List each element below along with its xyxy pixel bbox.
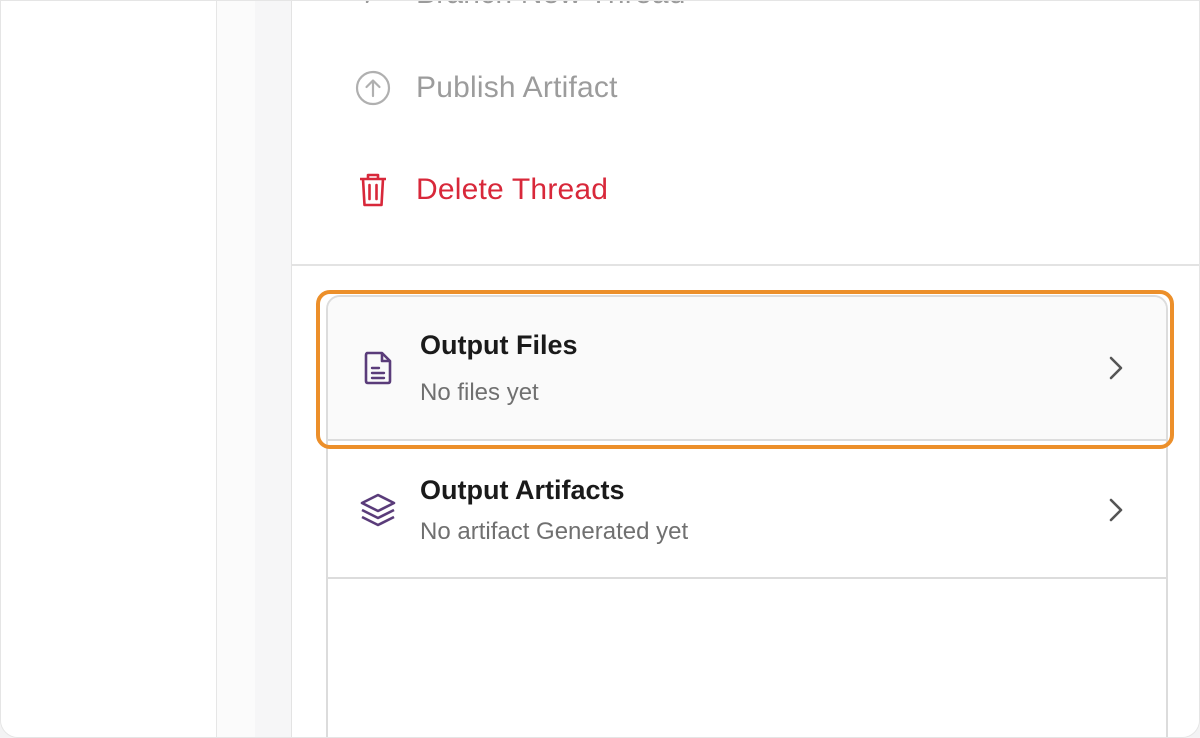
chevron-right-icon: [1104, 495, 1128, 525]
window: Branch New Thread Publish Artifact Delet…: [0, 0, 1200, 738]
output-artifacts-subtitle: No artifact Generated yet: [420, 517, 689, 545]
output-files-row[interactable]: Output Files No files yet: [328, 297, 1166, 441]
upload-circle-icon: [354, 69, 392, 107]
output-artifacts-row[interactable]: Output Artifacts No artifact Generated y…: [328, 443, 1166, 579]
output-files-text: Output Files No files yet: [420, 330, 578, 407]
layers-icon: [358, 490, 398, 530]
output-files-subtitle: No files yet: [420, 378, 539, 406]
branch-thread-label: Branch New Thread: [416, 1, 686, 11]
branch-thread-menu-item[interactable]: Branch New Thread: [354, 1, 686, 13]
trash-icon: [354, 171, 392, 209]
output-artifacts-text: Output Artifacts No artifact Generated y…: [420, 475, 688, 546]
delete-thread-label: Delete Thread: [416, 173, 609, 206]
left-pane: [1, 1, 217, 737]
publish-artifact-label: Publish Artifact: [416, 71, 618, 104]
delete-thread-menu-item[interactable]: Delete Thread: [354, 171, 608, 209]
chevron-right-icon: [1104, 353, 1128, 383]
outputs-card: Output Files No files yet Output Artifac…: [326, 295, 1168, 737]
divider: [292, 264, 1199, 266]
sidebar-strip-inner: [255, 1, 291, 737]
output-artifacts-title: Output Artifacts: [420, 474, 625, 505]
publish-artifact-menu-item[interactable]: Publish Artifact: [354, 69, 618, 107]
output-files-title: Output Files: [420, 329, 578, 360]
document-icon: [358, 348, 398, 388]
thread-options-panel: Branch New Thread Publish Artifact Delet…: [292, 1, 1199, 737]
branch-icon: [354, 1, 392, 13]
sidebar-strip: [217, 1, 292, 737]
